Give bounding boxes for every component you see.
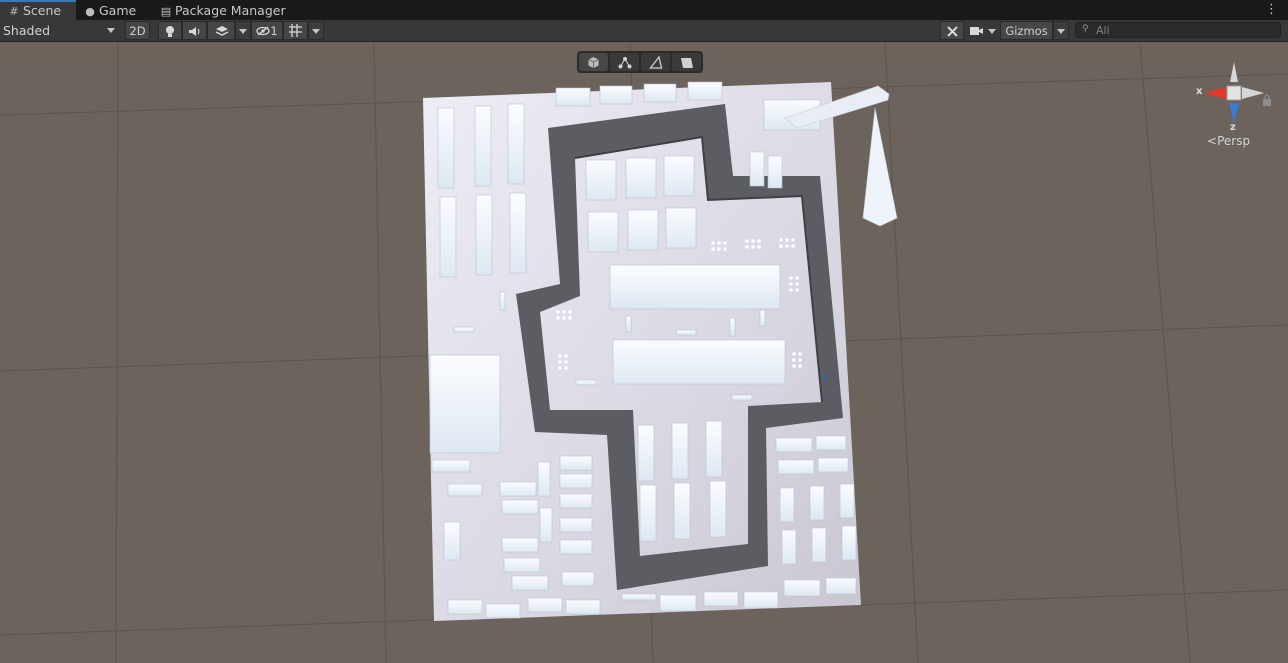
scene-tool-overlay <box>577 51 703 73</box>
tab-package-manager-label: Package Manager <box>175 3 286 18</box>
view-nodes-button[interactable] <box>610 53 639 71</box>
marker-dot <box>824 375 828 379</box>
z-axis-label: z <box>1230 122 1236 133</box>
layers-icon <box>215 26 228 36</box>
nodes-icon <box>618 56 631 68</box>
tab-scene-label: Scene <box>23 3 62 18</box>
x-axis-label: x <box>1196 86 1203 97</box>
more-options-icon[interactable]: ⋮ <box>1265 3 1278 16</box>
projection-toggle[interactable]: <Persp <box>1207 134 1250 148</box>
editor-tab-bar: # Scene ● Game ▤ Package Manager ⋮ <box>0 0 1288 21</box>
hierarchy-search[interactable]: ⚲ <box>1075 22 1281 38</box>
scene-viewport[interactable]: x z <Persp <box>0 42 1288 663</box>
projection-label: Persp <box>1217 134 1251 148</box>
wrench-cross-icon <box>946 26 958 37</box>
chevron-down-icon <box>987 29 996 34</box>
search-icon: ⚲ <box>1082 24 1089 34</box>
tab-game-label: Game <box>99 3 137 18</box>
tools-button[interactable] <box>940 21 964 40</box>
chevron-down-icon <box>1057 29 1065 34</box>
camera-settings-button[interactable] <box>967 21 999 40</box>
grid-icon: # <box>9 5 19 18</box>
draw-mode-label: Shaded <box>3 23 51 38</box>
speaker-icon <box>189 27 200 36</box>
grid-toggle-button[interactable] <box>283 21 308 40</box>
tab-scene[interactable]: # Scene <box>0 0 76 20</box>
grid-dropdown[interactable] <box>308 21 324 40</box>
chevron-down-icon <box>239 29 247 34</box>
scene-visibility-button[interactable]: 1 <box>251 21 283 40</box>
gizmos-dropdown[interactable] <box>1053 21 1069 40</box>
eye-slash-icon <box>256 26 270 36</box>
cube-icon <box>588 56 599 68</box>
surface-icon <box>680 57 693 68</box>
view-surface-button[interactable] <box>672 53 701 71</box>
audio-toggle-button[interactable] <box>182 21 207 40</box>
draw-mode-dropdown[interactable]: Shaded <box>3 20 117 41</box>
camera-icon <box>970 27 984 35</box>
chevron-left-icon: < <box>1207 134 1218 148</box>
chevron-down-icon <box>312 29 320 34</box>
gamepad-icon: ● <box>85 5 95 18</box>
chevron-down-icon <box>107 28 115 33</box>
view-triangle-button[interactable] <box>641 53 670 71</box>
tab-package-manager[interactable]: ▤ Package Manager <box>152 0 294 20</box>
package-icon: ▤ <box>160 5 172 18</box>
effects-dropdown[interactable] <box>235 21 251 40</box>
triangle-icon <box>648 55 662 69</box>
effects-toggle-button[interactable] <box>207 21 235 40</box>
search-input[interactable] <box>1096 23 1276 37</box>
tab-game[interactable]: ● Game <box>76 0 144 20</box>
hidden-count: 1 <box>270 24 278 38</box>
gizmos-button[interactable]: Gizmos <box>1000 21 1053 40</box>
scene-render <box>0 42 1288 663</box>
grid-snap-icon <box>289 24 302 37</box>
lightbulb-icon <box>166 26 174 37</box>
lighting-toggle-button[interactable] <box>158 21 182 40</box>
toggle-2d-button[interactable]: 2D <box>125 21 150 40</box>
view-cube-button[interactable] <box>579 53 608 71</box>
